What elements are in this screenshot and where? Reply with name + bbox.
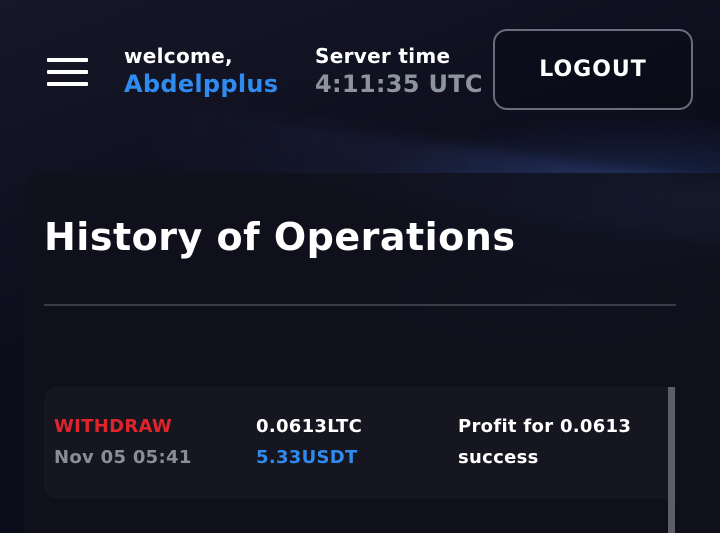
hamburger-menu-icon[interactable] [47, 56, 89, 88]
server-time-value: 4:11:35 UTC [315, 70, 483, 98]
page-title: History of Operations [44, 215, 516, 259]
operation-date: Nov 05 05:41 [54, 447, 192, 468]
top-header: welcome, Abdelpplus Server time 4:11:35 … [0, 0, 720, 140]
welcome-label: welcome, [124, 44, 233, 68]
server-time-label: Server time [315, 44, 451, 68]
history-card: History of Operations WITHDRAW Nov 05 05… [24, 173, 720, 533]
operation-usd-value: 5.33USDT [256, 447, 358, 468]
scrollbar[interactable] [668, 387, 675, 533]
operation-status: success [458, 447, 539, 468]
operation-description: Profit for 0.0613 [458, 416, 632, 437]
username: Abdelpplus [124, 70, 279, 98]
operation-row[interactable]: WITHDRAW Nov 05 05:41 0.0613LTC 5.33USDT… [44, 387, 676, 498]
logout-button[interactable]: LOGOUT [493, 29, 693, 110]
operation-amount: 0.0613LTC [256, 416, 363, 437]
operation-type: WITHDRAW [54, 416, 173, 437]
divider [44, 304, 676, 306]
